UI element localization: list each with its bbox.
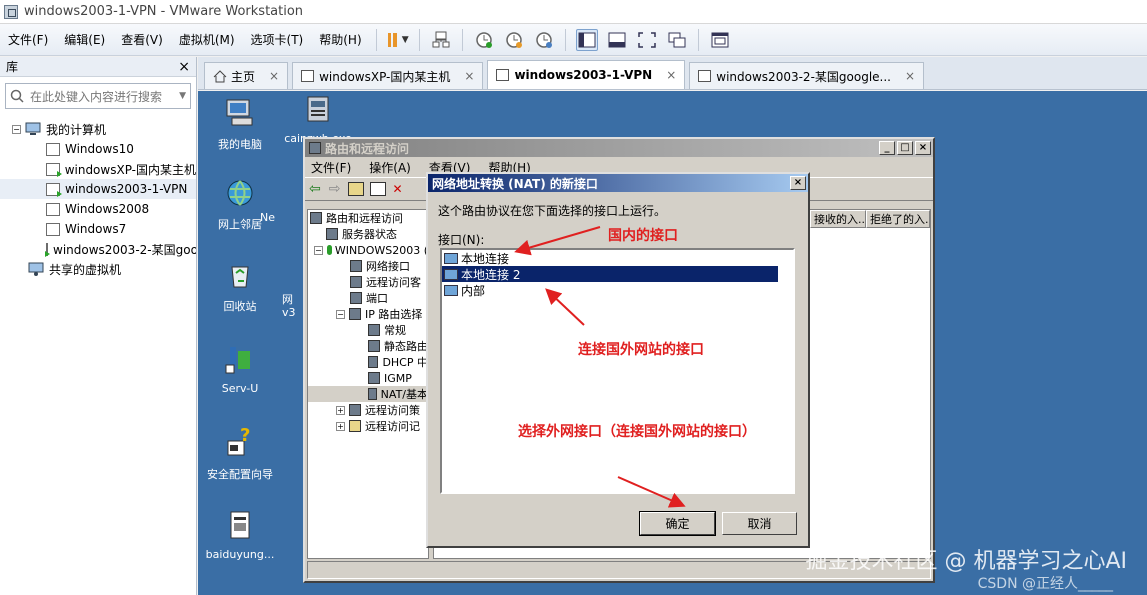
tree-label: Windows10	[65, 142, 134, 156]
vm-tab-icon	[698, 70, 712, 82]
toolbar-separator	[564, 28, 566, 51]
vm-running-icon	[46, 182, 62, 197]
tree-vm-windows2003-1[interactable]: windows2003-1-VPN	[0, 179, 196, 199]
vm-tab-bar: 主页 × windowsXP-国内某主机 × windows2003-1-VPN…	[198, 57, 1147, 90]
vmware-app-icon	[4, 4, 18, 19]
tree-vm-windows2008[interactable]: Windows2008	[0, 199, 196, 219]
tree-vm-windows2003-2[interactable]: windows2003-2-某国google	[0, 239, 196, 259]
toolbar-separator	[697, 28, 699, 51]
vmware-menubar: 文件(F) 编辑(E) 查看(V) 虚拟机(M) 选项卡(T) 帮助(H) ▼	[0, 24, 1147, 56]
vm-tab-icon	[301, 70, 315, 82]
library-close-icon[interactable]: ×	[178, 59, 190, 75]
tree-label: windows2003-2-某国google	[53, 242, 196, 257]
library-header: 库 ×	[0, 57, 196, 77]
tab-label: windows2003-2-某国google...	[716, 69, 891, 84]
show-library-button[interactable]	[575, 28, 598, 51]
arrow-to-ok-button	[617, 476, 686, 508]
tree-my-computer[interactable]: − 我的计算机	[0, 119, 196, 139]
search-dropdown-icon[interactable]: ▼	[179, 91, 186, 101]
watermark-csdn: CSDN @正经人_____	[977, 576, 1113, 592]
vm-icon	[46, 142, 60, 156]
computer-icon	[25, 122, 41, 135]
search-placeholder: 在此处键入内容进行搜索	[30, 89, 163, 104]
arrow-to-local-connection-2	[545, 288, 585, 326]
search-icon	[10, 89, 24, 103]
window-title: windows2003-1-VPN - VMware Workstation	[24, 4, 304, 19]
pause-icon	[387, 32, 392, 47]
tab-label: 主页	[231, 69, 256, 84]
library-tree: − 我的计算机 Windows10 windowsXP-国内某主机 window…	[0, 115, 196, 279]
revert-snapshot-button[interactable]	[503, 29, 525, 51]
menu-edit[interactable]: 编辑(E)	[56, 31, 113, 48]
vmware-titlebar: windows2003-1-VPN - VMware Workstation	[0, 0, 1147, 24]
unity-button[interactable]	[666, 29, 688, 51]
vm-tab-icon	[496, 69, 510, 81]
send-ctrl-alt-del-button[interactable]	[430, 29, 452, 51]
toolbar-separator	[461, 28, 463, 51]
watermark: 掘金技术社区 @ 机器学习之心AI	[805, 549, 1127, 574]
snapshot-manager-button[interactable]	[533, 29, 555, 51]
unity-icon	[668, 32, 686, 47]
vm-running-icon	[45, 242, 50, 257]
snapshot-icon	[475, 31, 492, 48]
thumbnail-bar-button[interactable]	[606, 29, 628, 51]
menu-help[interactable]: 帮助(H)	[311, 31, 369, 48]
tree-label: 共享的虚拟机	[49, 262, 122, 277]
thumbnail-view-icon	[608, 32, 626, 47]
tree-vm-windows10[interactable]: Windows10	[0, 139, 196, 159]
tree-label: Windows2008	[65, 202, 150, 216]
snapshot-manager-icon	[535, 31, 552, 48]
tab-label: windowsXP-国内某主机	[319, 69, 451, 84]
tree-vm-windows7[interactable]: Windows7	[0, 219, 196, 239]
fullscreen-icon	[637, 31, 656, 48]
vm-icon	[46, 222, 60, 236]
tree-label: windows2003-1-VPN	[65, 182, 188, 196]
console-view-button[interactable]	[709, 29, 731, 51]
library-search-input[interactable]: 在此处键入内容进行搜索 ▼	[5, 83, 191, 109]
menu-tabs[interactable]: 选项卡(T)	[243, 31, 312, 48]
tree-label: windowsXP-国内某主机	[64, 162, 196, 177]
close-icon[interactable]: ×	[905, 69, 915, 83]
arrow-to-local-connection	[514, 226, 601, 256]
annotation-arrows	[514, 226, 686, 508]
tab-home[interactable]: 主页 ×	[204, 62, 289, 89]
tab-windows2003-2[interactable]: windows2003-2-某国google... ×	[689, 62, 925, 89]
close-icon[interactable]: ×	[464, 69, 474, 83]
tab-windows2003-1[interactable]: windows2003-1-VPN ×	[487, 60, 686, 89]
toolbar-separator	[418, 28, 420, 51]
tree-label: 我的计算机	[46, 122, 107, 137]
pause-icon-bar	[393, 32, 397, 47]
tree-label: Windows7	[65, 222, 127, 236]
menu-vm[interactable]: 虚拟机(M)	[171, 31, 243, 48]
tree-shared-vms[interactable]: 共享的虚拟机	[0, 259, 196, 279]
take-snapshot-button[interactable]	[473, 29, 495, 51]
network-icon	[432, 31, 450, 47]
guest-desktop: 我的电脑 cainzwh.exe 网上邻居 Ne 回收站 网 v3 Serv-U…	[198, 91, 1147, 595]
library-title: 库	[6, 60, 19, 74]
menu-file[interactable]: 文件(F)	[0, 31, 56, 48]
toolbar-separator	[375, 28, 377, 51]
full-screen-button[interactable]	[636, 29, 658, 51]
console-view-icon	[711, 32, 729, 47]
vm-running-icon	[46, 162, 62, 177]
tab-windowsxp[interactable]: windowsXP-国内某主机 ×	[292, 62, 484, 89]
vm-icon	[46, 202, 60, 216]
shared-vm-icon	[28, 262, 44, 276]
tab-label: windows2003-1-VPN	[514, 68, 653, 82]
collapse-icon[interactable]: −	[12, 124, 21, 134]
dropdown-arrow-icon: ▼	[401, 34, 409, 45]
revert-icon	[505, 31, 522, 48]
pause-button[interactable]: ▼	[387, 29, 409, 51]
close-icon[interactable]: ×	[666, 68, 676, 82]
home-icon	[213, 69, 227, 82]
close-icon[interactable]: ×	[269, 69, 279, 83]
menu-view[interactable]: 查看(V)	[113, 31, 171, 48]
library-panel: 库 × 在此处键入内容进行搜索 ▼ − 我的计算机 Windows10 wind…	[0, 57, 197, 595]
tree-vm-windowsxp[interactable]: windowsXP-国内某主机	[0, 159, 196, 179]
library-view-icon	[578, 32, 596, 47]
